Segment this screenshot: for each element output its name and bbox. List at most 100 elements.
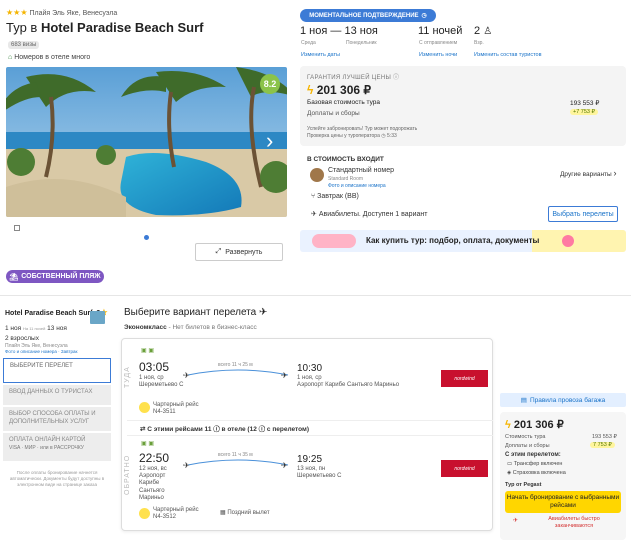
sidebar-hotel-thumbnail <box>90 311 105 324</box>
flight-line: ✈ Авиабилеты. Доступен 1 вариант <box>311 210 427 218</box>
own-beach-chip: ⛱ СОБСТВЕННЫЙ ПЛЯЖ <box>6 270 104 283</box>
next-photo-arrow[interactable]: › <box>266 128 273 154</box>
banner-decoration-left <box>312 234 356 248</box>
title-prefix: Тур в <box>6 20 41 35</box>
out-dep-airport: Шереметьево С <box>139 382 184 389</box>
out-dep-time: 03:05 <box>139 360 170 374</box>
ret-arr-time: 19:25 <box>297 454 323 465</box>
guests-number: 2 <box>474 25 481 37</box>
section-divider <box>0 295 631 296</box>
payment-methods: VISA · МИР · или в РАССРОЧКУ <box>9 444 84 451</box>
expand-button[interactable]: ⤢ Развернуть <box>195 243 283 261</box>
sidebar-nights: На 11 ночей <box>22 326 46 331</box>
price-check-text: Проверка цены у туроператора <box>307 133 380 139</box>
guarantee-text: ГАРАНТИЯ ЛУЧШЕЙ ЦЕНЫ <box>307 75 392 81</box>
sidebar-footer-note: После оплаты бронирование начнется автом… <box>9 470 105 487</box>
rooms-note-text: Номеров в отеле много <box>14 54 91 61</box>
summary-price: ϟ 201 306 ₽ <box>505 418 564 431</box>
date-from: 1 ноя <box>300 25 328 37</box>
out-type: Чартерный рейс <box>153 402 199 408</box>
how-to-buy-banner[interactable]: Как купить тур: подбор, оплата, документ… <box>300 230 626 252</box>
expand-label: Развернуть <box>225 248 263 256</box>
hotel-photo[interactable] <box>6 67 287 217</box>
charter-icon <box>139 402 150 413</box>
info-icon[interactable]: ⓘ <box>393 75 399 81</box>
banner-text: Как купить тур: подбор, оплата, документ… <box>366 236 540 245</box>
room-sub: Standard Room <box>328 176 364 182</box>
instant-label: МОМЕНТАЛЬНОЕ ПОДТВЕРЖДЕНИЕ <box>309 12 419 19</box>
guarantee-label: ГАРАНТИЯ ЛУЧШЕЙ ЦЕНЫ ⓘ <box>307 72 399 81</box>
baggage-rules-link[interactable]: ▤ Правила провоза багажа <box>500 393 626 407</box>
ret-dep-info: 12 ноя, вс Аэропорт Карибе Сантьяго Мари… <box>139 466 184 502</box>
sidebar-date-from: 1 ноя <box>5 325 22 332</box>
ret-num: N4-3512 <box>153 514 177 521</box>
swap-icon: ⇄ <box>140 426 146 433</box>
out-arr-time: 10:30 <box>297 363 323 374</box>
sidebar-links[interactable]: Фото и описание номера · Завтрак <box>5 349 77 354</box>
sidebar-hotel-name-text: Hotel Paradise Beach Surf, 3 <box>5 310 101 317</box>
step-choose-flight[interactable]: ВЫБЕРИТЕ ПЕРЕЛЕТ <box>3 358 111 383</box>
price-check-line: Проверка цены у туроператора ◷ 5:33 <box>307 133 397 139</box>
insurance-line: ◈ Страховка включена <box>507 470 566 476</box>
date-range[interactable]: 1 ноя — 13 ноя <box>300 25 378 37</box>
sellout-warning: ✈ <box>513 517 518 524</box>
ret-type: Чартерный рейс <box>153 507 199 513</box>
hotel-stars: ★★★ <box>6 8 28 17</box>
instant-confirmation-badge: МОМЕНТАЛЬНОЕ ПОДТВЕРЖДЕНИЕ ◷ <box>300 9 436 22</box>
baggage-icons-ret: ▣ ▣ <box>141 441 155 447</box>
charter-icon <box>139 508 150 519</box>
card-divider-top <box>127 420 493 421</box>
card-divider-bottom <box>127 435 493 436</box>
svg-text:✈: ✈ <box>281 371 288 380</box>
summary-tour-cost-value: 193 553 ₽ <box>592 434 617 440</box>
ret-dep-date: 12 ноя, вс <box>139 466 167 472</box>
meal-line: ⑂ Завтрак (BB) <box>311 193 359 200</box>
start-booking-button[interactable]: Начать бронирование с выбранными рейсами <box>505 491 621 513</box>
plane-icon: ✈ <box>513 518 519 524</box>
expand-icon: ⤢ <box>215 248 222 255</box>
class-label: Экономкласс <box>124 324 167 331</box>
room-name: Стандартный номер <box>328 167 394 174</box>
svg-text:✈: ✈ <box>183 461 190 470</box>
change-dates-link[interactable]: Изменить даты <box>301 52 340 58</box>
late-departure-text: Поздний вылет <box>227 510 270 516</box>
step-online-payment[interactable]: ОПЛАТА ОНЛАЙН КАРТОЙ VISA · МИР · или в … <box>3 433 111 461</box>
out-arr-date: 1 ноя, ср <box>297 375 322 381</box>
combo-note-text: С этими рейсами 11 ⓘ в отеле (12 ⓘ с пер… <box>147 426 309 433</box>
banner-ball <box>562 235 574 247</box>
room-thumbnail[interactable] <box>310 168 324 182</box>
hotel-name: Hotel Paradise Beach Surf <box>40 20 204 35</box>
other-options-link[interactable]: Другие варианты › <box>560 168 617 178</box>
price-value: 201 306 ₽ <box>316 83 372 97</box>
price-note: Успейте забронировать! Тур может подорож… <box>307 126 418 132</box>
step-payment-method[interactable]: ВЫБОР СПОСОБА ОПЛАТЫ И ДОПОЛНИТЕЛЬНЫХ УС… <box>3 407 111 431</box>
step-tourist-data[interactable]: ВВОД ДАННЫХ О ТУРИСТАХ <box>3 385 111 405</box>
out-flight-type: Чартерный рейс N4-3511 <box>153 402 199 416</box>
hotel-location: Плайя Эль Яке, Венесуэла <box>29 10 118 17</box>
out-num: N4-3511 <box>153 409 176 416</box>
sidebar-tourists: 2 взрослых <box>5 335 39 342</box>
late-departure: ▦ Поздний вылет <box>220 510 270 517</box>
outbound-label: ТУДА <box>124 366 131 388</box>
nights-count[interactable]: 11 ночей <box>418 25 462 37</box>
room-photo-link[interactable]: Фото и описание номера <box>328 183 386 189</box>
nights-sub: С отправлением <box>419 40 458 46</box>
guests-count[interactable]: 2 ♙ <box>474 25 492 37</box>
carousel-dot[interactable] <box>144 235 149 240</box>
sidebar-dates: 1 ноя На 11 ночей 13 ноя <box>5 325 67 332</box>
views-badge: 683 визы <box>8 41 40 49</box>
choose-flights-button[interactable]: Выбрать перелеты <box>548 206 618 222</box>
change-nights-link[interactable]: Изменить ночи <box>419 52 457 58</box>
change-tourists-link[interactable]: Изменить состав туристов <box>474 52 542 58</box>
shield-icon: ◈ <box>507 470 512 476</box>
ret-dep-airport: Аэропорт Карибе Сантьяго Мариньо <box>139 473 166 501</box>
timer-icon: ◷ <box>381 133 386 139</box>
out-dep-date: 1 ноя, ср <box>139 375 164 381</box>
return-label: ОБРАТНО <box>124 454 131 495</box>
baggage-icons-out: ▣ ▣ <box>141 348 155 354</box>
ret-arr-date: 13 ноя, пн <box>297 466 326 472</box>
combo-note: ⇄ С этими рейсами 11 ⓘ в отеле (12 ⓘ с п… <box>140 423 309 433</box>
thumbnail-icon[interactable] <box>14 225 20 231</box>
meal-icon: ⑂ <box>311 193 316 200</box>
other-options-label: Другие варианты <box>560 171 612 178</box>
